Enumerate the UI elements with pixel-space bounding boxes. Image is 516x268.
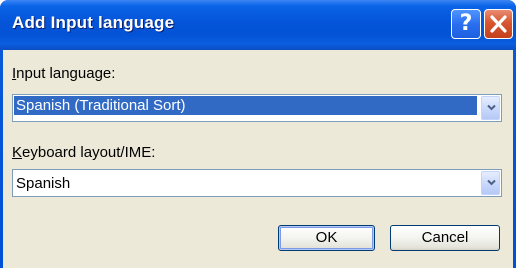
input-language-value: Spanish (Traditional Sort) [13, 95, 478, 116]
ok-button[interactable]: OK [278, 225, 375, 251]
title-bar[interactable]: Add Input language ? [0, 0, 516, 50]
keyboard-layout-label: Keyboard layout/IME: [12, 144, 156, 161]
keyboard-layout-select[interactable]: Spanish [12, 169, 502, 197]
window-title: Add Input language [12, 13, 175, 32]
chevron-down-icon [487, 104, 496, 111]
close-button[interactable] [484, 9, 513, 39]
input-language-label: Input language: [12, 65, 116, 82]
help-icon: ? [459, 11, 473, 36]
input-language-select[interactable]: Spanish (Traditional Sort) [12, 94, 502, 122]
input-language-dropdown-button[interactable] [481, 96, 500, 120]
dialog-window: Add Input language ? Input language: Spa… [0, 0, 516, 268]
chevron-down-icon [487, 179, 496, 186]
cancel-button[interactable]: Cancel [390, 225, 500, 251]
keyboard-layout-dropdown-button[interactable] [481, 171, 500, 195]
keyboard-layout-value: Spanish [16, 175, 71, 192]
dialog-body: Input language: Spanish (Traditional Sor… [3, 50, 513, 268]
help-button[interactable]: ? [451, 9, 481, 39]
close-icon [490, 15, 507, 33]
